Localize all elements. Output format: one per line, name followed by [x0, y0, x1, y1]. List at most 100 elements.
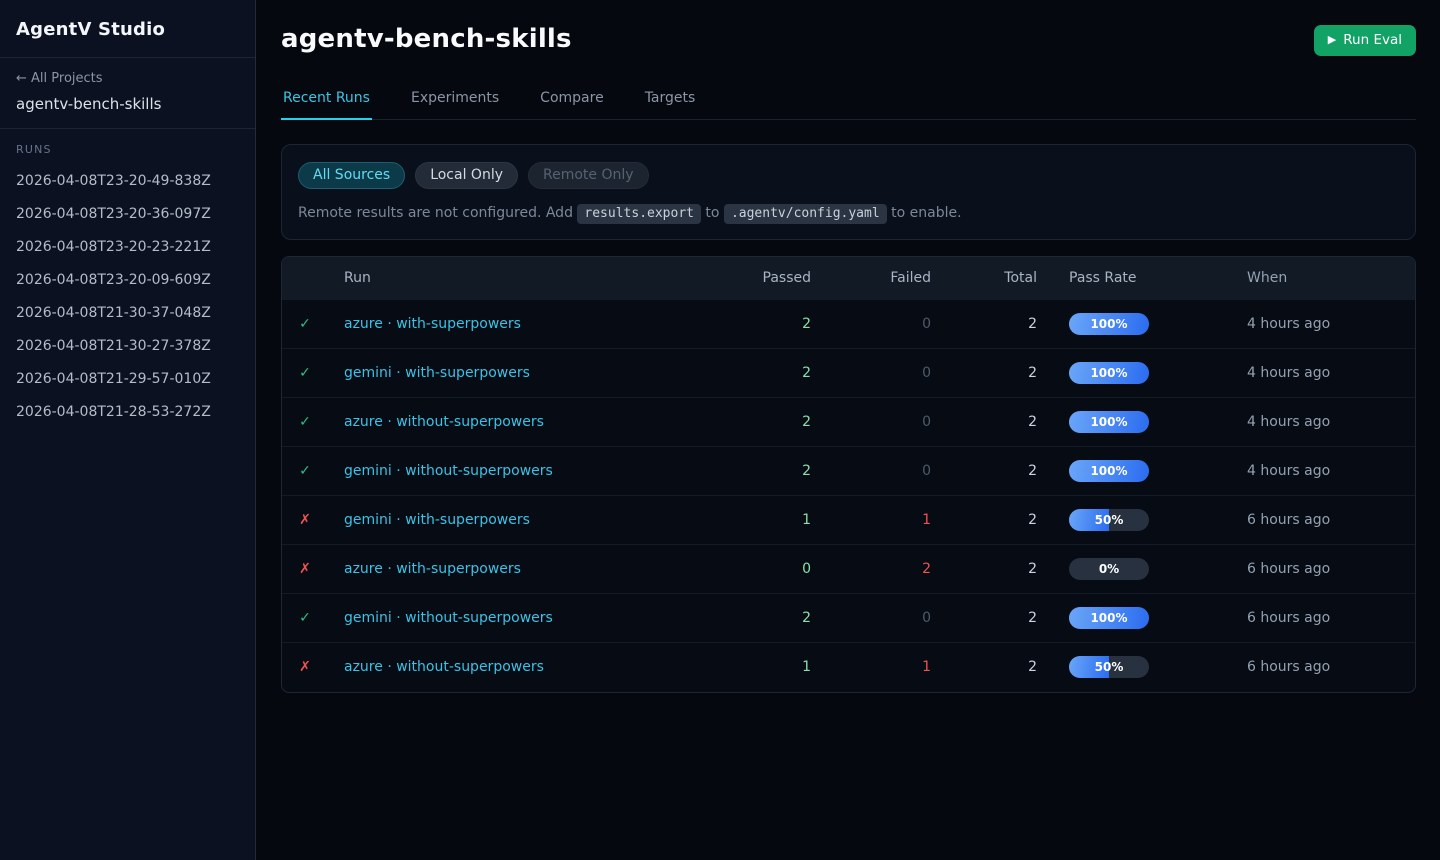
failed-count: 0	[839, 300, 951, 349]
pass-rate-pill: 50%	[1069, 656, 1149, 678]
pass-rate-cell: 0%	[1053, 545, 1231, 594]
note-text: Remote results are not configured. Add	[298, 205, 577, 221]
pass-check-icon: ✓	[299, 316, 311, 332]
passed-count: 1	[724, 496, 839, 545]
table-row: ✓ gemini · with-superpowers 2 0 2 100% 4…	[282, 349, 1415, 398]
sidebar-run-item[interactable]: 2026-04-08T21-30-27-378Z	[16, 329, 239, 362]
run-name-cell: gemini · without-superpowers	[328, 447, 724, 496]
status-column-header	[282, 257, 328, 300]
pass-rate-cell: 100%	[1053, 594, 1231, 643]
table-row: ✓ azure · with-superpowers 2 0 2 100% 4 …	[282, 300, 1415, 349]
tab-recent-runs[interactable]: Recent Runs	[281, 82, 372, 120]
pass-rate-label: 100%	[1069, 313, 1149, 335]
main-header: agentv-bench-skills ▶ Run Eval	[281, 0, 1416, 56]
run-link[interactable]: gemini · with-superpowers	[344, 512, 530, 528]
column-header-failed: Failed	[839, 257, 951, 300]
pass-rate-cell: 100%	[1053, 447, 1231, 496]
sidebar-run-item[interactable]: 2026-04-08T23-20-36-097Z	[16, 197, 239, 230]
failed-count: 1	[839, 496, 951, 545]
run-name-cell: gemini · without-superpowers	[328, 594, 724, 643]
sidebar-run-item[interactable]: 2026-04-08T21-28-53-272Z	[16, 395, 239, 428]
pass-rate-pill: 100%	[1069, 362, 1149, 384]
sidebar-run-item[interactable]: 2026-04-08T21-30-37-048Z	[16, 296, 239, 329]
pass-rate-label: 50%	[1069, 656, 1149, 678]
when-cell: 6 hours ago	[1231, 643, 1415, 692]
when-cell: 6 hours ago	[1231, 594, 1415, 643]
column-header-passed: Passed	[724, 257, 839, 300]
when-cell: 4 hours ago	[1231, 300, 1415, 349]
runs-list: 2026-04-08T23-20-49-838Z2026-04-08T23-20…	[16, 164, 239, 428]
pass-rate-label: 50%	[1069, 509, 1149, 531]
total-count: 2	[951, 496, 1053, 545]
page-title: agentv-bench-skills	[281, 24, 572, 54]
run-name-cell: gemini · with-superpowers	[328, 496, 724, 545]
sidebar-project-name: agentv-bench-skills	[16, 95, 239, 113]
sidebar-project-section: ← All Projects agentv-bench-skills	[0, 58, 255, 129]
passed-count: 2	[724, 594, 839, 643]
pass-rate-pill: 100%	[1069, 313, 1149, 335]
config-key-code: results.export	[577, 204, 701, 224]
failed-count: 0	[839, 594, 951, 643]
tab-targets[interactable]: Targets	[643, 82, 698, 120]
tab-bar: Recent Runs Experiments Compare Targets	[281, 82, 1416, 120]
chip-remote-only[interactable]: Remote Only	[528, 162, 649, 189]
sidebar-run-item[interactable]: 2026-04-08T23-20-09-609Z	[16, 263, 239, 296]
source-filter-panel: All Sources Local Only Remote Only Remote …	[281, 144, 1416, 240]
total-count: 2	[951, 300, 1053, 349]
failed-count: 1	[839, 643, 951, 692]
sidebar-runs-section: RUNS 2026-04-08T23-20-49-838Z2026-04-08T…	[0, 129, 255, 442]
passed-count: 1	[724, 643, 839, 692]
passed-count: 0	[724, 545, 839, 594]
when-cell: 4 hours ago	[1231, 447, 1415, 496]
chip-all-sources[interactable]: All Sources	[298, 162, 405, 189]
run-status-cell: ✓	[282, 398, 328, 447]
run-link[interactable]: gemini · with-superpowers	[344, 365, 530, 381]
main-content: agentv-bench-skills ▶ Run Eval Recent Ru…	[256, 0, 1440, 860]
pass-rate-pill: 100%	[1069, 607, 1149, 629]
run-name-cell: azure · with-superpowers	[328, 545, 724, 594]
run-link[interactable]: azure · with-superpowers	[344, 316, 521, 332]
all-projects-link[interactable]: ← All Projects	[16, 71, 239, 86]
tab-experiments[interactable]: Experiments	[409, 82, 501, 120]
pass-rate-label: 100%	[1069, 411, 1149, 433]
run-link[interactable]: gemini · without-superpowers	[344, 463, 553, 479]
tab-compare[interactable]: Compare	[538, 82, 606, 120]
column-header-run: Run	[328, 257, 724, 300]
pass-rate-cell: 50%	[1053, 643, 1231, 692]
pass-rate-cell: 100%	[1053, 349, 1231, 398]
run-name-cell: azure · without-superpowers	[328, 643, 724, 692]
failed-count: 0	[839, 398, 951, 447]
column-header-when: When	[1231, 257, 1415, 300]
play-icon: ▶	[1328, 33, 1336, 46]
run-status-cell: ✗	[282, 643, 328, 692]
passed-count: 2	[724, 300, 839, 349]
run-link[interactable]: azure · with-superpowers	[344, 561, 521, 577]
pass-rate-pill: 100%	[1069, 411, 1149, 433]
pass-check-icon: ✓	[299, 414, 311, 430]
sidebar-run-item[interactable]: 2026-04-08T23-20-23-221Z	[16, 230, 239, 263]
total-count: 2	[951, 545, 1053, 594]
total-count: 2	[951, 594, 1053, 643]
run-name-cell: azure · with-superpowers	[328, 300, 724, 349]
fail-cross-icon: ✗	[299, 659, 311, 675]
run-eval-button[interactable]: ▶ Run Eval	[1314, 25, 1416, 56]
source-filter-chips: All Sources Local Only Remote Only	[298, 162, 1399, 189]
fail-cross-icon: ✗	[299, 561, 311, 577]
pass-rate-cell: 100%	[1053, 398, 1231, 447]
config-file-code: .agentv/config.yaml	[724, 204, 887, 224]
total-count: 2	[951, 398, 1053, 447]
table-header-row: Run Passed Failed Total Pass Rate When	[282, 257, 1415, 300]
sidebar-run-item[interactable]: 2026-04-08T21-29-57-010Z	[16, 362, 239, 395]
pass-check-icon: ✓	[299, 463, 311, 479]
chip-local-only[interactable]: Local Only	[415, 162, 518, 189]
run-link[interactable]: azure · without-superpowers	[344, 414, 544, 430]
table-row: ✗ azure · with-superpowers 0 2 2 0% 6 ho…	[282, 545, 1415, 594]
table-row: ✓ azure · without-superpowers 2 0 2 100%…	[282, 398, 1415, 447]
run-link[interactable]: gemini · without-superpowers	[344, 610, 553, 626]
pass-rate-pill: 50%	[1069, 509, 1149, 531]
runs-table-card: Run Passed Failed Total Pass Rate When ✓…	[281, 256, 1416, 693]
run-link[interactable]: azure · without-superpowers	[344, 659, 544, 675]
sidebar-run-item[interactable]: 2026-04-08T23-20-49-838Z	[16, 164, 239, 197]
remote-config-note: Remote results are not configured. Add r…	[298, 205, 1399, 221]
pass-rate-label: 100%	[1069, 460, 1149, 482]
